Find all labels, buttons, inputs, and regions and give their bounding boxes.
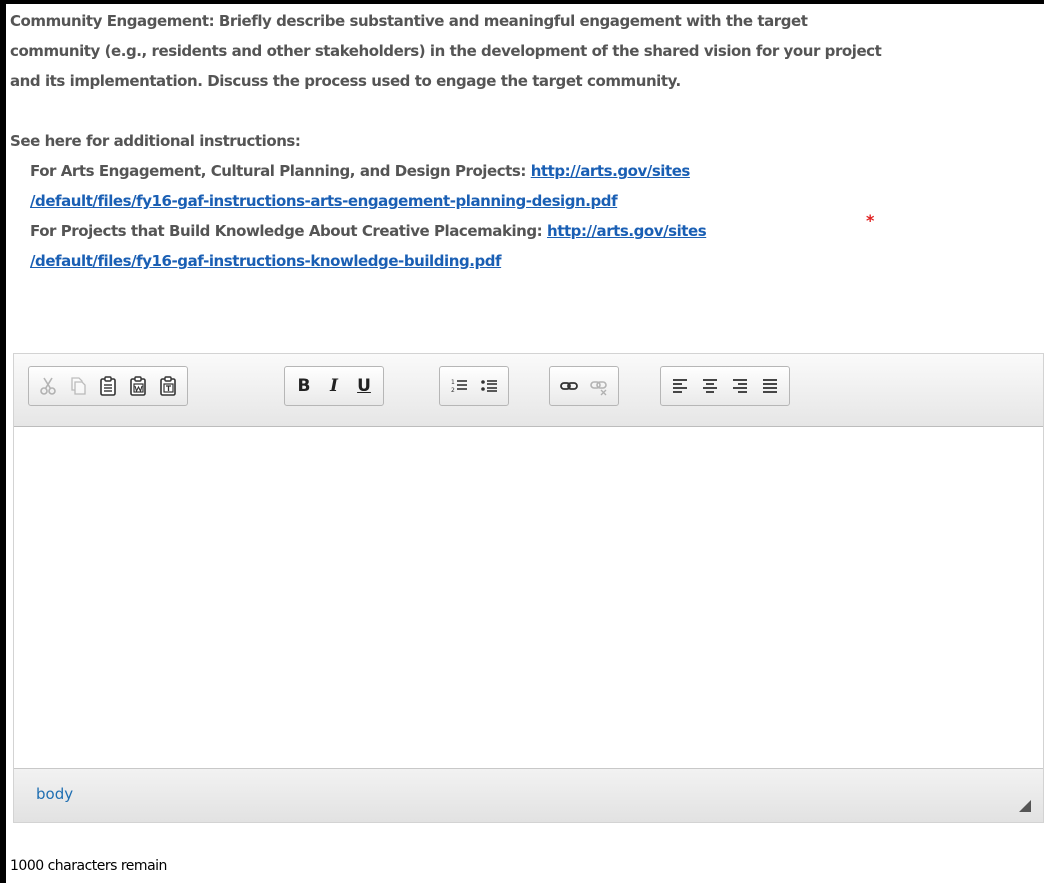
paste-as-text-button[interactable] (153, 371, 183, 401)
character-counter: 1000 characters remain (10, 858, 167, 874)
italic-button[interactable]: I (319, 371, 349, 401)
editor-status-bar: body (14, 768, 1043, 822)
underline-icon: U (357, 376, 371, 396)
arts-link-line2[interactable]: /default/files/fy16-gaf-instructions-art… (30, 192, 618, 210)
italic-icon: I (330, 376, 338, 396)
align-center-icon (703, 379, 717, 393)
instruction-link-knowledge: For Projects that Build Knowledge About … (10, 216, 900, 276)
lists-group: 12 (439, 366, 509, 406)
cut-button[interactable] (33, 371, 63, 401)
instruction-link-arts: For Arts Engagement, Cultural Planning, … (10, 156, 900, 216)
question-text: Community Engagement: Briefly describe s… (10, 6, 900, 276)
numbered-list-button[interactable]: 12 (444, 371, 474, 401)
link-icon (560, 382, 578, 390)
align-justify-icon (763, 379, 777, 393)
unlink-icon (590, 381, 607, 396)
bulleted-list-icon (481, 380, 497, 392)
paste-word-icon (130, 376, 146, 396)
editor-content-area[interactable] (14, 427, 1043, 769)
align-justify-button[interactable] (755, 371, 785, 401)
links-group (549, 366, 619, 406)
bold-icon: B (297, 376, 311, 396)
resize-handle-icon[interactable] (1019, 800, 1031, 812)
paste-button[interactable] (93, 371, 123, 401)
clipboard-group (28, 366, 188, 406)
align-left-button[interactable] (665, 371, 695, 401)
knowledge-link-line1[interactable]: http://arts.gov/sites (547, 222, 707, 240)
svg-text:1: 1 (451, 379, 455, 386)
paste-text-icon (160, 376, 176, 396)
align-right-icon (733, 379, 747, 393)
bold-button[interactable]: B (289, 371, 319, 401)
numbered-list-icon: 12 (451, 379, 467, 394)
underline-button[interactable]: U (349, 371, 379, 401)
required-asterisk: * (866, 211, 875, 230)
align-center-button[interactable] (695, 371, 725, 401)
link-label-arts: For Arts Engagement, Cultural Planning, … (30, 162, 531, 180)
bulleted-list-button[interactable] (474, 371, 504, 401)
arts-link-line1[interactable]: http://arts.gov/sites (531, 162, 691, 180)
cut-icon (40, 377, 56, 395)
see-here-label: See here for additional instructions: (10, 132, 301, 150)
element-path-body[interactable]: body (36, 785, 73, 803)
unlink-button[interactable] (584, 371, 614, 401)
link-label-knowledge: For Projects that Build Knowledge About … (30, 222, 547, 240)
knowledge-link-line2[interactable]: /default/files/fy16-gaf-instructions-kno… (30, 252, 502, 270)
link-button[interactable] (554, 371, 584, 401)
svg-text:2: 2 (451, 387, 455, 394)
copy-button[interactable] (63, 371, 93, 401)
question-prompt: Community Engagement: Briefly describe s… (10, 12, 882, 90)
paste-from-word-button[interactable] (123, 371, 153, 401)
editor-toolbar: B I U 12 (14, 354, 1043, 427)
alignment-group (660, 366, 790, 406)
copy-icon (71, 377, 86, 395)
align-right-button[interactable] (725, 371, 755, 401)
basic-styles-group: B I U (284, 366, 384, 406)
rich-text-editor: B I U 12 body (13, 353, 1044, 823)
paste-icon (100, 376, 116, 396)
align-left-icon (673, 379, 687, 393)
